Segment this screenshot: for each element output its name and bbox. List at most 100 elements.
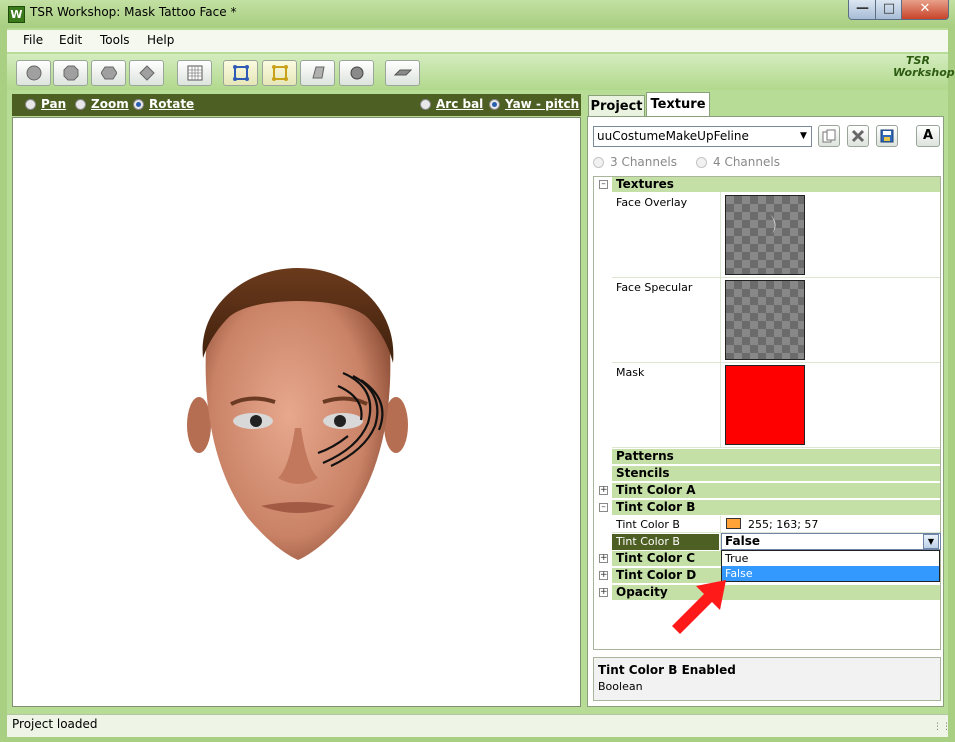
save-button[interactable] [876, 125, 898, 147]
mask-thumbnail[interactable] [725, 365, 805, 445]
octagon-button[interactable] [53, 60, 88, 86]
expand-icon[interactable]: + [599, 588, 608, 597]
bones-yellow-icon [271, 65, 288, 81]
moon-icon [770, 214, 776, 234]
status-bar [7, 714, 948, 737]
yaw-pitch-radio[interactable]: Yaw - pitch [489, 97, 579, 111]
grid-divider [720, 192, 721, 447]
4-channels-radio[interactable]: 4 Channels [696, 155, 780, 169]
left-pupil [250, 415, 262, 427]
tint-color-swatch[interactable] [726, 518, 741, 529]
close-icon [851, 129, 865, 143]
arc-ball-radio[interactable]: Arc bal [420, 97, 483, 111]
tint-color-value[interactable]: 255; 163; 57 [748, 518, 818, 531]
expand-icon[interactable]: + [599, 554, 608, 563]
radio-selected-icon [133, 98, 144, 110]
hexagon-button[interactable] [91, 60, 126, 86]
sphere-button[interactable] [16, 60, 51, 86]
arc-ball-label: Arc bal [436, 97, 484, 111]
status-text: Project loaded [12, 717, 98, 731]
radio-icon [420, 98, 431, 110]
radio-selected-icon [489, 98, 500, 110]
save-icon [880, 129, 894, 143]
texture-select[interactable]: uuCostumeMakeUpFeline [593, 126, 812, 147]
yaw-pitch-label: Yaw - pitch [505, 97, 580, 111]
expand-icon[interactable]: + [599, 571, 608, 580]
menu-help[interactable]: Help [147, 33, 174, 47]
grid-row-line [612, 277, 940, 278]
shaded-sphere-icon [350, 66, 363, 80]
diamond-button[interactable] [129, 60, 164, 86]
4-channels-label: 4 Channels [713, 155, 780, 169]
prop-mask[interactable]: Mask [616, 366, 644, 379]
right-pupil [334, 415, 346, 427]
expand-icon[interactable]: + [599, 486, 608, 495]
menu-tools[interactable]: Tools [100, 33, 130, 47]
category-tint-color-c[interactable]: Tint Color C [612, 551, 721, 566]
mode-zoom-radio[interactable]: Zoom [75, 97, 129, 111]
font-button[interactable]: A [916, 125, 940, 147]
description-text: Boolean [598, 680, 643, 693]
option-true[interactable]: True [722, 551, 939, 566]
hexagon-icon [100, 66, 117, 80]
resize-grip-icon[interactable]: ⋮⋮ [933, 722, 951, 732]
close-button[interactable]: ✕ [901, 0, 949, 20]
description-title: Tint Color B Enabled [598, 663, 736, 677]
mode-rotate-radio[interactable]: Rotate [133, 97, 194, 111]
bones-blue-button[interactable] [223, 60, 258, 86]
prop-tint-color-b-enabled[interactable]: Tint Color B Enabled [612, 534, 719, 564]
radio-icon [25, 98, 36, 110]
3d-viewport[interactable] [12, 117, 581, 707]
grid-button[interactable] [177, 60, 212, 86]
category-textures[interactable]: Textures [612, 177, 940, 192]
tab-project[interactable]: Project [588, 95, 645, 116]
grid-icon [187, 65, 202, 81]
floor-button[interactable] [385, 60, 420, 86]
prop-tint-color-b[interactable]: Tint Color B [616, 518, 680, 531]
copy-button[interactable] [818, 125, 840, 147]
copy-icon [822, 129, 836, 143]
option-false[interactable]: False [722, 566, 939, 581]
head-model[interactable] [13, 118, 580, 706]
mode-zoom-label: Zoom [91, 97, 129, 111]
menu-edit[interactable]: Edit [59, 33, 82, 47]
radio-icon [696, 156, 707, 168]
tsr-workshop-logo: TSR Workshop [893, 55, 955, 85]
bones-blue-icon [232, 65, 249, 81]
logo-line2: Workshop [893, 66, 955, 79]
window-title: TSR Workshop: Mask Tattoo Face * [30, 5, 237, 19]
chevron-down-icon[interactable]: ▼ [923, 534, 939, 549]
radio-icon [75, 98, 86, 110]
delete-button[interactable] [847, 125, 869, 147]
3-channels-radio[interactable]: 3 Channels [593, 155, 677, 169]
face-specular-thumbnail[interactable] [725, 280, 805, 360]
minimize-button[interactable]: — [848, 0, 877, 20]
tab-texture[interactable]: Texture [646, 92, 710, 117]
menu-file[interactable]: File [23, 33, 43, 47]
mode-pan-label: Pan [41, 97, 67, 111]
left-ear [187, 397, 211, 453]
tint-enabled-select[interactable]: False [721, 533, 941, 550]
collapse-icon[interactable]: – [599, 180, 608, 189]
collapse-icon[interactable]: – [599, 503, 608, 512]
prop-face-specular[interactable]: Face Specular [616, 281, 692, 294]
mode-rotate-label: Rotate [149, 97, 195, 111]
bones-yellow-button[interactable] [262, 60, 297, 86]
floor-icon [393, 69, 412, 76]
grid-row-line [612, 362, 940, 363]
plane-button[interactable] [300, 60, 335, 86]
maximize-button[interactable]: □ [875, 0, 903, 20]
category-tint-color-b[interactable]: Tint Color B [612, 500, 940, 515]
shaded-sphere-button[interactable] [339, 60, 374, 86]
mode-pan-radio[interactable]: Pan [25, 97, 66, 111]
category-patterns[interactable]: Patterns [612, 449, 940, 464]
prop-face-overlay[interactable]: Face Overlay [616, 196, 687, 209]
category-stencils[interactable]: Stencils [612, 466, 940, 481]
category-opacity[interactable]: Opacity [612, 585, 940, 600]
category-tint-color-a[interactable]: Tint Color A [612, 483, 940, 498]
face-overlay-thumbnail[interactable] [725, 195, 805, 275]
3-channels-label: 3 Channels [610, 155, 677, 169]
chevron-down-icon[interactable]: ▼ [797, 128, 810, 145]
sphere-icon [26, 65, 41, 81]
red-arrow-icon [672, 580, 726, 634]
